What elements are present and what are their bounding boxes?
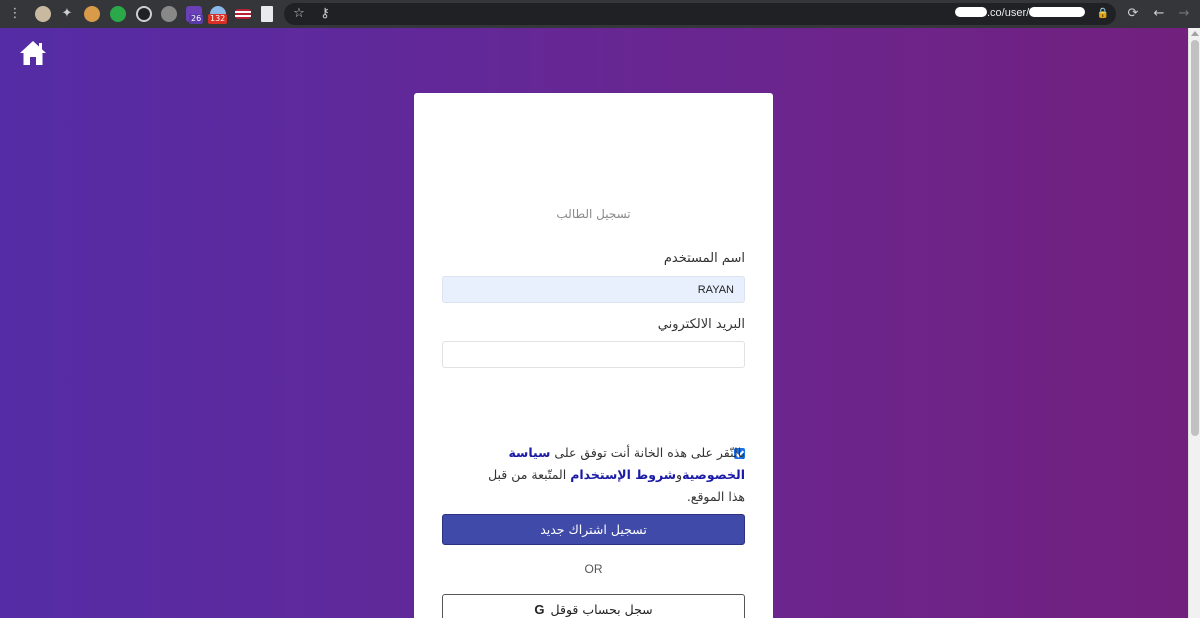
page-viewport: تسجيل الطالب اسم المستخدم RAYAN البريد ا… xyxy=(0,28,1188,618)
email-label: البريد الالكتروني xyxy=(657,317,745,332)
url-text: .co/user/ xyxy=(955,7,1086,19)
redacted-path xyxy=(1029,7,1086,17)
avatar-icon[interactable] xyxy=(35,6,51,22)
email-input[interactable] xyxy=(442,341,745,368)
star-icon[interactable]: ☆ xyxy=(290,5,308,23)
forward-icon[interactable]: → xyxy=(1175,5,1193,23)
extension-badge: 132 xyxy=(208,14,228,24)
extension-grey-icon[interactable] xyxy=(161,6,177,22)
document-icon[interactable] xyxy=(261,6,273,22)
url-host: .co/user/ xyxy=(987,7,1030,19)
register-button[interactable]: تسجيل اشتراك جديد xyxy=(442,514,745,545)
flag-icon[interactable] xyxy=(235,9,251,19)
scroll-up-icon[interactable] xyxy=(1191,31,1199,36)
google-g-icon: G xyxy=(534,602,545,617)
username-input[interactable]: RAYAN xyxy=(442,276,745,303)
google-signup-button[interactable]: سجل بحساب قوقل G xyxy=(442,594,745,618)
consent-text: بالنّقر على هذه الخانة أنت توفق على سياس… xyxy=(474,442,745,508)
lock-icon: 🔒 xyxy=(1096,8,1110,19)
consent-prefix: بالنّقر على هذه الخانة أنت توفق على xyxy=(554,445,745,460)
page-scrollbar[interactable] xyxy=(1188,28,1200,618)
back-icon[interactable]: ← xyxy=(1150,5,1168,23)
extension-badge: 26 xyxy=(189,14,204,24)
username-label: اسم المستخدم xyxy=(663,251,745,266)
cookie-icon[interactable] xyxy=(84,6,100,22)
extension-ring-icon[interactable] xyxy=(136,6,152,22)
key-icon[interactable]: ⚷ xyxy=(316,5,334,23)
home-icon[interactable] xyxy=(19,40,47,66)
terms-link[interactable]: شروط الإستخدام xyxy=(570,467,676,482)
refresh-icon[interactable]: ⟳ xyxy=(1124,5,1142,23)
registration-card: تسجيل الطالب اسم المستخدم RAYAN البريد ا… xyxy=(414,93,773,618)
scroll-thumb[interactable] xyxy=(1191,40,1199,436)
extension-green-icon[interactable] xyxy=(110,6,126,22)
browser-toolbar: ⋮ ✦ 26 132 ☆ ⚷ .co/user/ 🔒 ⟳ ← → xyxy=(0,0,1200,28)
google-button-label: سجل بحساب قوقل xyxy=(550,602,653,617)
form-title: تسجيل الطالب xyxy=(556,207,631,221)
extensions-icon[interactable]: ✦ xyxy=(58,5,76,23)
redacted-host xyxy=(955,7,987,17)
menu-icon[interactable]: ⋮ xyxy=(6,5,24,23)
or-divider: OR xyxy=(584,562,603,576)
